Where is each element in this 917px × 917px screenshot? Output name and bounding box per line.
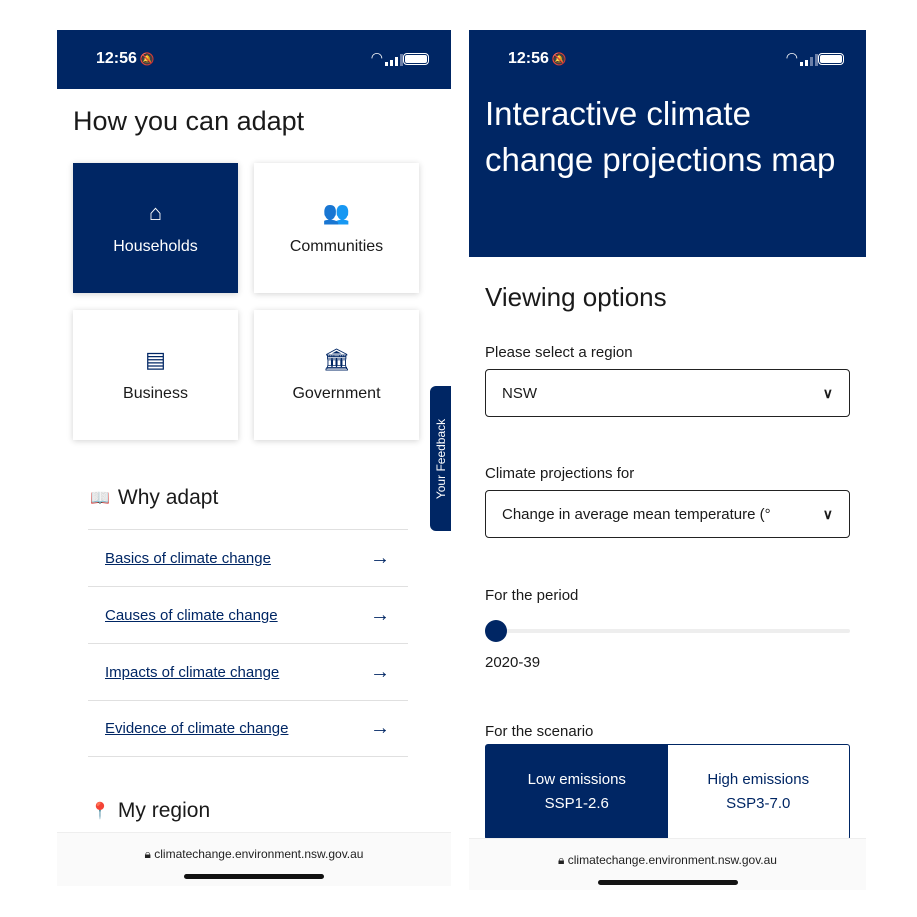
tile-government[interactable]: 🏛 Government [254, 310, 419, 440]
why-adapt-heading: 📖 Why adapt [90, 486, 219, 509]
period-slider-handle[interactable] [485, 620, 507, 642]
tile-label: Government [292, 385, 381, 402]
url-bar[interactable]: 🔒︎ climatechange.environment.nsw.gov.au [57, 832, 451, 886]
left-phone: 12:56 🔕 ◠ How you can adapt ⌂ Households 👥… [57, 30, 451, 886]
link-text[interactable]: Causes of climate change [105, 607, 278, 624]
book-icon: 📖 [90, 490, 110, 507]
lock-icon: 🔒︎ [558, 853, 565, 867]
bank-icon: 🏛 [322, 347, 351, 372]
home-indicator[interactable] [597, 880, 738, 885]
scenario-low[interactable]: Low emissions SSP1-2.6 [486, 745, 668, 839]
right-phone: 12:56 🔕 ◠ Interactive climate change proj… [469, 30, 866, 890]
tile-label: Households [113, 238, 198, 255]
chevron-down-icon: ∨ [822, 505, 833, 522]
link-causes[interactable]: Causes of climate change → [88, 586, 408, 643]
chevron-down-icon: ∨ [822, 384, 833, 401]
projections-select[interactable]: Change in average mean temperature (° ∨ [485, 490, 850, 538]
tile-label: Business [123, 385, 188, 402]
hero-title: Interactive climate change projections m… [469, 89, 866, 257]
wifi-icon: ◠ [785, 49, 798, 65]
arrow-right-icon: → [370, 660, 390, 683]
tile-communities[interactable]: 👥 Communities [254, 163, 419, 293]
map-pin-icon: 📍 [90, 803, 110, 820]
bell-muted-icon: 🔕 [139, 52, 155, 66]
arrow-right-icon: → [370, 603, 390, 626]
clock: 12:56 🔕 [96, 50, 155, 67]
scenario-toggle: Low emissions SSP1-2.6 High emissions SSP3… [485, 744, 850, 840]
url-text: climatechange.environment.nsw.gov.au [154, 847, 364, 861]
arrow-right-icon: → [370, 546, 390, 569]
clock: 12:56 🔕 [508, 50, 567, 67]
period-label: For the period [485, 587, 579, 604]
url-bar[interactable]: 🔒︎ climatechange.environment.nsw.gov.au [469, 838, 866, 890]
scenario-high[interactable]: High emissions SSP3-7.0 [668, 745, 850, 839]
battery-icon [403, 53, 429, 65]
tile-households[interactable]: ⌂ Households [73, 163, 238, 293]
signal-icon [800, 54, 818, 66]
region-label: Please select a region [485, 344, 633, 361]
bell-muted-icon: 🔕 [551, 52, 567, 66]
feedback-tab[interactable]: Your Feedback [430, 386, 451, 531]
status-bar: 12:56 🔕 ◠ [57, 30, 451, 89]
tile-business[interactable]: ▤ Business [73, 310, 238, 440]
period-slider-track[interactable] [485, 629, 850, 633]
region-select[interactable]: NSW ∨ [485, 369, 850, 417]
select-value: Change in average mean temperature (° [502, 505, 771, 523]
link-impacts[interactable]: Impacts of climate change → [88, 643, 408, 700]
lock-icon: 🔒︎ [144, 847, 151, 861]
arrow-right-icon: → [370, 717, 390, 739]
link-text[interactable]: Basics of climate change [105, 550, 271, 567]
home-icon: ⌂ [148, 200, 163, 225]
link-basics[interactable]: Basics of climate change → [88, 529, 408, 586]
status-bar: 12:56 🔕 ◠ [469, 30, 866, 89]
projections-label: Climate projections for [485, 465, 635, 482]
signal-icon [385, 54, 403, 66]
home-indicator[interactable] [184, 874, 324, 879]
store-icon: ▤ [145, 347, 166, 372]
select-value: NSW [502, 384, 537, 402]
link-evidence[interactable]: Evidence of climate change → [88, 700, 408, 757]
link-text[interactable]: Evidence of climate change [105, 720, 288, 737]
link-text[interactable]: Impacts of climate change [105, 664, 279, 681]
period-value: 2020-39 [485, 654, 541, 671]
tile-label: Communities [289, 238, 384, 255]
people-icon: 👥 [322, 200, 351, 225]
scenario-label: For the scenario [485, 723, 594, 740]
wifi-icon: ◠ [370, 49, 383, 65]
viewing-options-heading: Viewing options [485, 282, 667, 312]
battery-icon [818, 53, 844, 65]
page-title: How you can adapt [73, 106, 305, 136]
url-text: climatechange.environment.nsw.gov.au [567, 853, 777, 867]
my-region-heading: 📍 My region [90, 799, 211, 822]
